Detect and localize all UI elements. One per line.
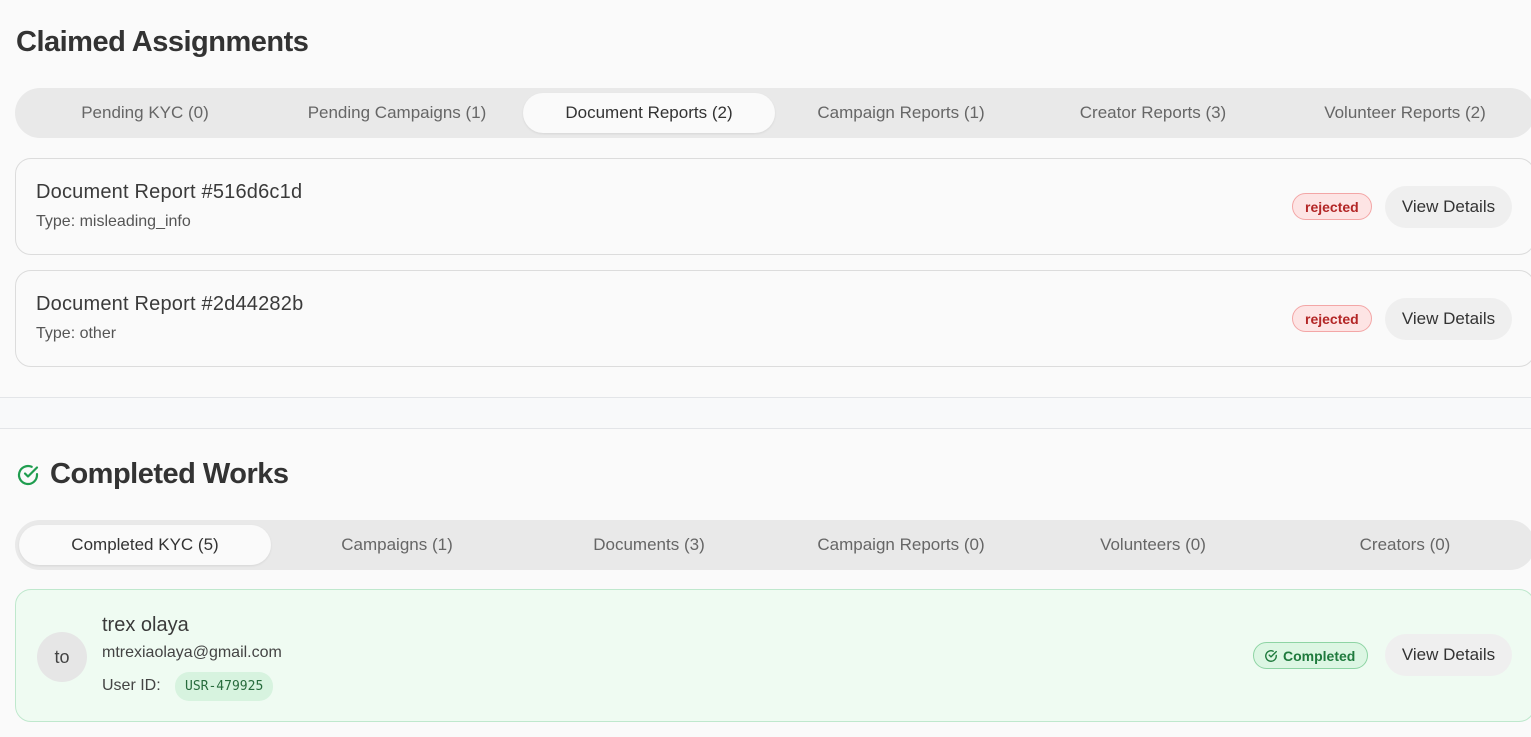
tab-pending-kyc[interactable]: Pending KYC (0) [19, 93, 271, 133]
tab-creator-reports[interactable]: Creator Reports (3) [1027, 93, 1279, 133]
tab-creators[interactable]: Creators (0) [1279, 525, 1531, 565]
status-badge: rejected [1292, 193, 1372, 220]
completed-kyc-card: to trex olaya mtrexiaolaya@gmail.com Use… [15, 589, 1531, 722]
status-badge: Completed [1253, 642, 1369, 669]
tab-completed-kyc[interactable]: Completed KYC (5) [19, 525, 271, 565]
tab-campaigns[interactable]: Campaigns (1) [271, 525, 523, 565]
check-circle-icon [1265, 649, 1277, 662]
completed-works-title: Completed Works [50, 458, 289, 490]
tab-documents[interactable]: Documents (3) [523, 525, 775, 565]
report-type: Type: misleading_info [36, 213, 191, 230]
tab-campaign-reports[interactable]: Campaign Reports (1) [775, 93, 1027, 133]
completed-tabs: Completed KYC (5) Campaigns (1) Document… [15, 520, 1531, 570]
claimed-tabs: Pending KYC (0) Pending Campaigns (1) Do… [15, 88, 1531, 138]
report-card: Document Report #516d6c1d Type: misleadi… [15, 158, 1531, 255]
tab-pending-campaigns[interactable]: Pending Campaigns (1) [271, 93, 523, 133]
user-name: trex olaya [102, 614, 189, 636]
tab-campaign-reports-completed[interactable]: Campaign Reports (0) [775, 525, 1027, 565]
tab-volunteers[interactable]: Volunteers (0) [1027, 525, 1279, 565]
check-circle-icon [17, 464, 39, 486]
avatar: to [37, 632, 87, 682]
tab-document-reports[interactable]: Document Reports (2) [523, 93, 775, 133]
report-type: Type: other [36, 325, 117, 342]
status-label: Completed [1283, 647, 1356, 664]
view-details-button[interactable]: View Details [1385, 634, 1512, 676]
user-id-label: User ID: [102, 677, 161, 694]
status-badge: rejected [1292, 305, 1372, 332]
tab-volunteer-reports[interactable]: Volunteer Reports (2) [1279, 93, 1531, 133]
report-title: Document Report #516d6c1d [36, 181, 303, 203]
user-email: mtrexiaolaya@gmail.com [102, 644, 282, 661]
user-id-badge: USR-479925 [175, 672, 274, 701]
report-title: Document Report #2d44282b [36, 293, 304, 315]
report-card: Document Report #2d44282b Type: other re… [15, 270, 1531, 367]
view-details-button[interactable]: View Details [1385, 186, 1512, 228]
view-details-button[interactable]: View Details [1385, 298, 1512, 340]
completed-works-section: Completed Works Completed KYC (5) Campai… [0, 428, 1531, 737]
claimed-assignments-section: Claimed Assignments Pending KYC (0) Pend… [0, 0, 1531, 398]
claimed-assignments-title: Claimed Assignments [16, 26, 309, 58]
